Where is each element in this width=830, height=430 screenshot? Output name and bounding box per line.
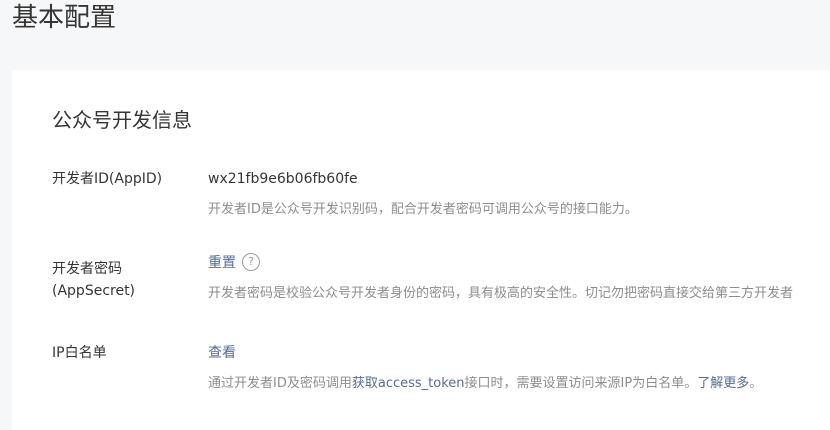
appsecret-label: 开发者密码 (AppSecret) (52, 258, 192, 302)
appsecret-label-line2: (AppSecret) (52, 283, 136, 299)
appid-label: 开发者ID(AppID) (52, 171, 163, 187)
developer-info-card: 公众号开发信息 开发者ID(AppID) wx21fb9e6b06fb60fe … (12, 70, 830, 430)
learn-more-link[interactable]: 了解更多 (697, 376, 749, 391)
appid-description: 开发者ID是公众号开发识别码，配合开发者密码可调用公众号的接口能力。 (208, 202, 638, 217)
section-title: 公众号开发信息 (52, 108, 192, 132)
appid-value: wx21fb9e6b06fb60fe (208, 171, 358, 187)
page-title: 基本配置 (12, 3, 117, 33)
reset-secret-link[interactable]: 重置 (208, 255, 236, 271)
ip-desc-middle: 接口时，需要设置访问来源IP为白名单。 (464, 376, 698, 391)
access-token-link[interactable]: 获取access_token (352, 376, 465, 391)
ip-desc-prefix: 通过开发者ID及密码调用 (208, 376, 352, 391)
appsecret-actions: 重置? (208, 252, 260, 274)
help-icon[interactable]: ? (242, 253, 260, 271)
view-whitelist-link[interactable]: 查看 (208, 345, 236, 361)
appsecret-label-line1: 开发者密码 (52, 261, 122, 277)
ip-whitelist-label: IP白名单 (52, 345, 107, 361)
ip-whitelist-actions: 查看 (208, 342, 236, 364)
appsecret-description: 开发者密码是校验公众号开发者身份的密码，具有极高的安全性。切记勿把密码直接交给第… (208, 286, 794, 301)
ip-desc-suffix: 。 (749, 376, 763, 391)
ip-whitelist-description: 通过开发者ID及密码调用获取access_token接口时，需要设置访问来源IP… (208, 374, 762, 394)
